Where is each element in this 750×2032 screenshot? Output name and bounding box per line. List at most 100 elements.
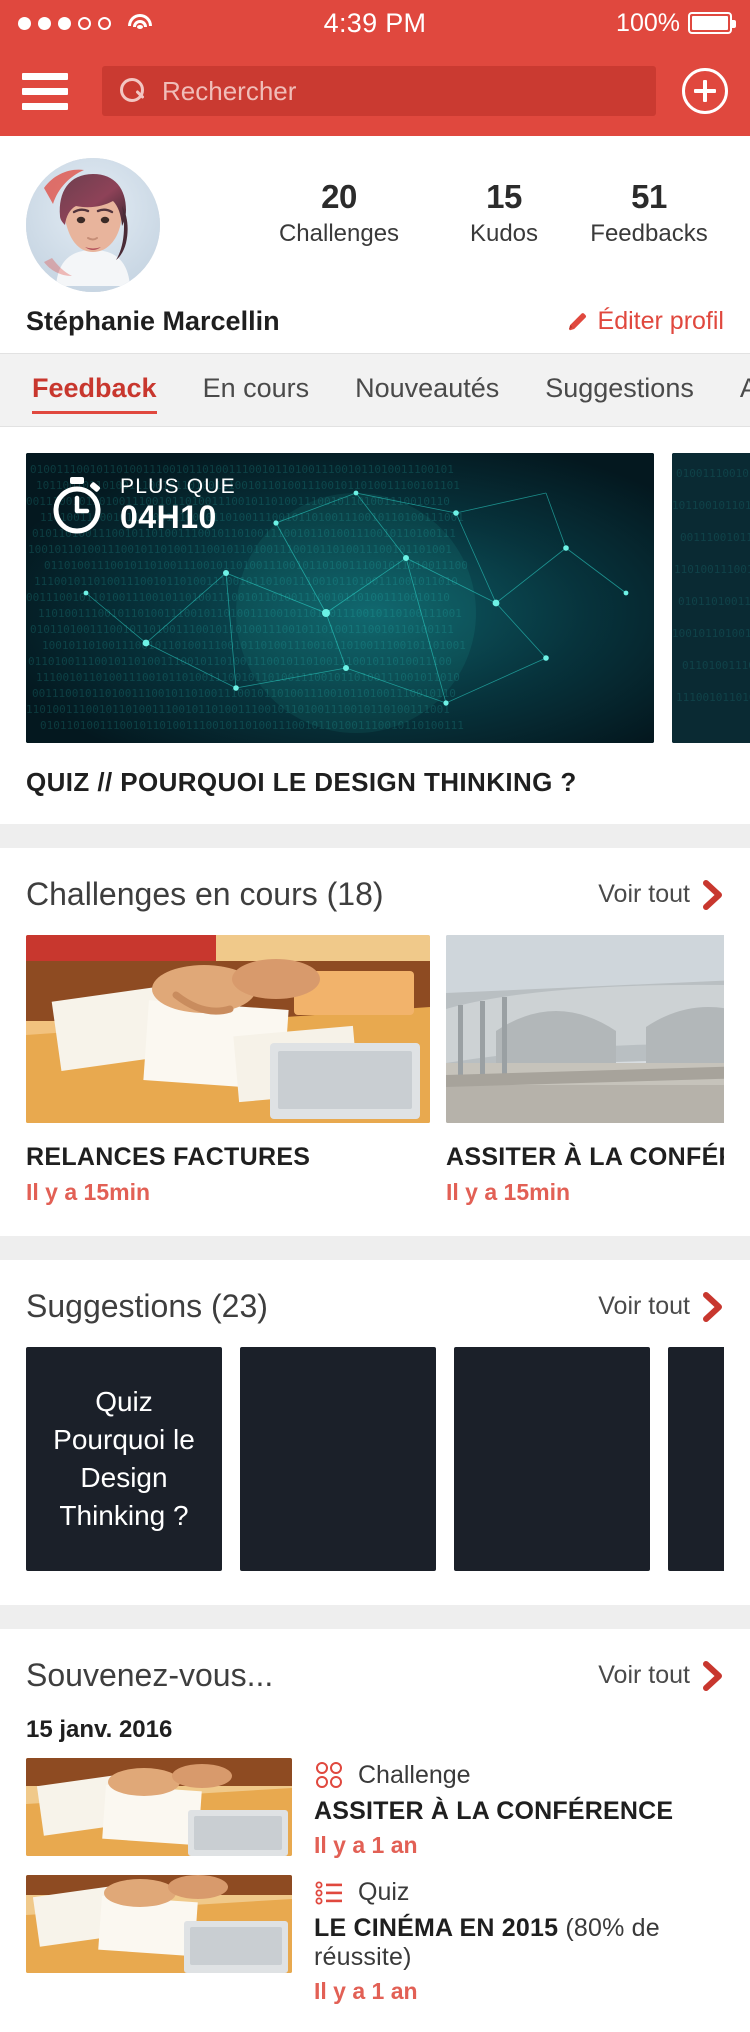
plus-circle-icon[interactable] — [682, 68, 728, 114]
memories-see-all-label: Voir tout — [598, 1661, 690, 1689]
suggestion-card[interactable] — [668, 1347, 724, 1571]
profile-header: 20 Challenges 15 Kudos 51 Feedbacks Stép… — [0, 136, 750, 353]
wifi-icon — [127, 13, 153, 33]
memory-thumbnail — [26, 1875, 292, 1973]
challenges-see-all-label: Voir tout — [598, 880, 690, 908]
hero-image-next: 01001110010110 10110010110100 00111001011… — [672, 453, 750, 743]
tab-nouveautes[interactable]: Nouveautés — [355, 367, 499, 414]
memory-ago: Il y a 1 an — [314, 1832, 418, 1858]
hero-timer: PLUS QUE 04H10 — [50, 475, 236, 536]
memories-date: 15 janv. 2016 — [26, 1716, 173, 1743]
suggestions-header: Suggestions (23) Voir tout — [26, 1260, 724, 1347]
challenge-card-image — [446, 935, 724, 1123]
stopwatch-icon — [53, 477, 101, 534]
stat-feedbacks-label: Feedbacks — [590, 219, 708, 247]
tab-en-cours[interactable]: En cours — [203, 367, 310, 414]
tab-more[interactable]: A — [740, 367, 750, 414]
status-right: 100% — [616, 8, 736, 38]
memory-kind-row: Challenge — [314, 1760, 673, 1790]
hero-carousel[interactable]: 0100111001011010011100101101001110010110… — [0, 427, 750, 743]
pencil-icon — [568, 312, 586, 330]
challenges-carousel[interactable]: RELANCES FACTURES Il y a 15min ASSITER À… — [26, 935, 724, 1236]
hero-card-next[interactable]: 01001110010110 10110010110100 00111001011… — [672, 453, 750, 743]
signal-dots-icon — [18, 16, 111, 30]
svg-text:10010110100111: 10010110100111 — [672, 627, 750, 640]
tab-feedback[interactable]: Feedback — [32, 367, 157, 414]
battery-percent: 100% — [616, 8, 680, 37]
challenges-section: Challenges en cours (18) Voir tout RELAN… — [0, 848, 750, 1236]
suggestions-see-all-button[interactable]: Voir tout — [598, 1291, 724, 1322]
memory-title: LE CINÉMA EN 2015 — [314, 1914, 559, 1942]
stat-challenges-value: 20 — [321, 178, 357, 215]
tab-suggestions[interactable]: Suggestions — [545, 367, 694, 414]
challenges-title: Challenges en cours (18) — [26, 876, 384, 912]
nav-bar: Rechercher — [0, 46, 750, 136]
challenge-card-title: ASSITER À LA CONFÉRENCE — [446, 1143, 724, 1171]
status-bar: 4:39 PM 100% — [0, 0, 750, 46]
edit-profile-button[interactable]: Éditer profil — [566, 307, 724, 336]
section-divider-2 — [0, 1236, 750, 1260]
svg-text:10110010110100: 10110010110100 — [672, 499, 750, 512]
challenge-card-badge-bar — [26, 935, 216, 961]
challenge-card-ago: Il y a 15min — [446, 1179, 571, 1205]
suggestion-card[interactable]: Quiz Pourquoi le Design Thinking ? — [26, 1347, 222, 1571]
stat-kudos-value: 15 — [486, 178, 522, 215]
stat-challenges: 20 Challenges — [244, 178, 434, 248]
memory-list-item[interactable]: Quiz LE CINÉMA EN 2015 (80% de réussite)… — [26, 1875, 724, 2021]
memory-kind-label: Quiz — [358, 1877, 410, 1906]
stat-challenges-label: Challenges — [278, 219, 400, 247]
memory-title: ASSITER À LA CONFÉRENCE — [314, 1797, 674, 1825]
suggestions-title: Suggestions (23) — [26, 1288, 268, 1324]
memory-body: Quiz LE CINÉMA EN 2015 (80% de réussite)… — [314, 1875, 724, 2005]
stat-kudos-label: Kudos — [469, 219, 539, 247]
memory-thumbnail — [26, 1758, 292, 1856]
hero-timer-value: 04H10 — [120, 499, 217, 536]
stat-feedbacks: 51 Feedbacks — [574, 178, 724, 248]
hero-timer-caption: PLUS QUE — [120, 475, 236, 498]
hero-title: QUIZ // POURQUOI LE DESIGN THINKING ? — [26, 767, 577, 797]
memory-kind-row: Quiz — [314, 1877, 724, 1907]
challenge-card[interactable]: ASSITER À LA CONFÉRENCE Il y a 15min — [446, 935, 724, 1206]
suggestion-card-text: Quiz Pourquoi le Design Thinking ? — [53, 1386, 195, 1531]
svg-text:01011010011100: 01011010011100 — [678, 595, 750, 608]
section-divider-3 — [0, 1605, 750, 1629]
hero-image: 0100111001011010011100101101001110010110… — [26, 453, 654, 743]
quiz-list-icon — [315, 1881, 342, 1905]
chevron-right-icon — [703, 879, 722, 910]
memory-body: Challenge ASSITER À LA CONFÉRENCE Il y a… — [314, 1758, 673, 1859]
suggestions-section: Suggestions (23) Voir tout Quiz Pourquoi… — [0, 1260, 750, 1605]
svg-text:01001110010110: 01001110010110 — [676, 467, 750, 480]
profile-bottom-row: Stéphanie Marcellin Éditer profil — [26, 306, 724, 353]
svg-text:11010011100101: 11010011100101 — [674, 563, 750, 576]
suggestion-card[interactable] — [240, 1347, 436, 1571]
hero-card[interactable]: 0100111001011010011100101101001110010110… — [26, 453, 654, 743]
suggestions-carousel[interactable]: Quiz Pourquoi le Design Thinking ? — [26, 1347, 724, 1605]
challenges-see-all-button[interactable]: Voir tout — [598, 879, 724, 910]
chevron-right-icon — [703, 1660, 722, 1691]
memory-title-row: ASSITER À LA CONFÉRENCE — [314, 1797, 673, 1826]
suggestion-card[interactable] — [454, 1347, 650, 1571]
avatar[interactable] — [26, 158, 160, 292]
section-divider-1 — [0, 824, 750, 848]
memories-see-all-button[interactable]: Voir tout — [598, 1660, 724, 1691]
search-input[interactable]: Rechercher — [102, 66, 656, 116]
challenge-card[interactable]: RELANCES FACTURES Il y a 15min — [26, 935, 430, 1206]
memories-title: Souvenez-vous... — [26, 1657, 274, 1693]
battery-full-icon — [688, 12, 736, 34]
memory-list-item[interactable]: Challenge ASSITER À LA CONFÉRENCE Il y a… — [26, 1758, 724, 1875]
search-icon — [120, 78, 146, 104]
suggestions-see-all-label: Voir tout — [598, 1292, 690, 1320]
stat-feedbacks-value: 51 — [631, 178, 667, 215]
memories-header: Souvenez-vous... Voir tout — [26, 1629, 724, 1716]
profile-stats: 20 Challenges 15 Kudos 51 Feedbacks — [160, 158, 724, 248]
challenge-card-title: RELANCES FACTURES — [26, 1143, 311, 1171]
challenges-header: Challenges en cours (18) Voir tout — [26, 848, 724, 935]
svg-text:00111001011010: 00111001011010 — [680, 531, 750, 544]
search-placeholder: Rechercher — [162, 75, 297, 106]
hero-title-wrap: QUIZ // POURQUOI LE DESIGN THINKING ? — [0, 743, 750, 824]
challenge-dots-icon — [316, 1762, 342, 1788]
stat-kudos: 15 Kudos — [434, 178, 574, 248]
hamburger-icon[interactable] — [22, 71, 76, 111]
svg-text:11100101101001: 11100101101001 — [676, 691, 750, 704]
challenge-card-image — [26, 935, 430, 1123]
